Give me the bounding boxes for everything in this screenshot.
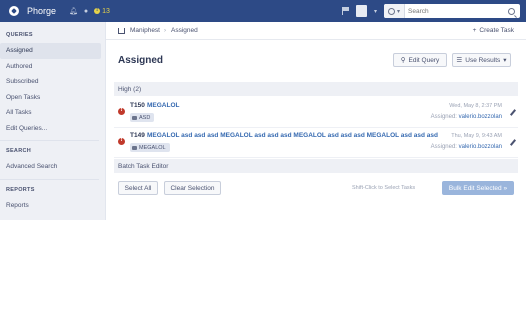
chevron-right-icon: ›	[164, 27, 166, 34]
priority-group-header: High (2)	[114, 82, 518, 96]
page-title: Assigned	[118, 55, 164, 66]
task-title-link[interactable]: MEGALOL	[147, 102, 180, 109]
bell-icon[interactable]: 🔔︎	[69, 7, 78, 15]
sidebar-item-subscribed[interactable]: Subscribed	[0, 74, 105, 90]
edit-query-label: Edit Query	[408, 56, 440, 64]
chevron-down-icon: ▾	[503, 57, 507, 64]
project-tag-label: ASD	[139, 114, 151, 121]
top-navigation-bar: Phorge 🔔︎ ● 13 ▾ ▾	[0, 0, 526, 22]
task-row[interactable]: T150 MEGALOL ASD Wed, May 8, 2:37 PM Ass…	[114, 98, 518, 128]
breadcrumb-current: Assigned	[171, 27, 198, 34]
home-link[interactable]: Phorge	[9, 6, 56, 16]
assigned-label: Assigned:	[430, 114, 457, 120]
plus-icon: +	[472, 27, 477, 34]
task-assignee: Assigned: valerio.bozzolan	[431, 114, 502, 120]
sidebar-item-assigned[interactable]: Assigned	[0, 43, 101, 59]
phorge-logo-icon	[9, 6, 19, 16]
create-task-button[interactable]: + Create Task	[473, 27, 514, 34]
search-bar: ▾	[384, 4, 520, 18]
notification-count: 13	[102, 7, 110, 15]
sidebar-item-authored[interactable]: Authored	[0, 59, 105, 75]
project-tag-label: MEGALOL	[139, 144, 166, 151]
batch-editor-header: Batch Task Editor	[114, 159, 518, 173]
sidebar-item-all-tasks[interactable]: All Tasks	[0, 105, 105, 121]
globe-icon	[387, 7, 395, 15]
use-results-button[interactable]: ☰ Use Results ▾	[452, 53, 511, 67]
sidebar-item-reports[interactable]: Reports	[0, 198, 105, 214]
task-assignee: Assigned: valerio.bozzolan	[431, 144, 502, 150]
assigned-label: Assigned:	[430, 144, 457, 150]
priority-high-icon	[118, 107, 125, 115]
chevron-down-icon[interactable]: ▾	[374, 8, 377, 15]
clear-selection-button[interactable]: Clear Selection	[164, 181, 221, 195]
search-scope-button[interactable]: ▾	[384, 4, 405, 18]
sidebar-item-advanced-search[interactable]: Advanced Search	[0, 159, 105, 175]
maniphest-icon	[118, 27, 125, 34]
priority-high-icon	[118, 137, 125, 145]
sidebar-header-queries: QUERIES	[6, 32, 33, 38]
sidebar: QUERIES Assigned Authored Subscribed Ope…	[0, 22, 106, 220]
breadcrumb: Maniphest › Assigned + Create Task	[106, 22, 526, 40]
sidebar-item-open-tasks[interactable]: Open Tasks	[0, 90, 105, 106]
bulk-edit-button[interactable]: Bulk Edit Selected »	[442, 181, 514, 195]
project-tag[interactable]: ASD	[130, 113, 155, 122]
chat-icon[interactable]: ●	[84, 8, 88, 15]
edit-query-button[interactable]: ⚲ Edit Query	[393, 53, 447, 67]
select-all-button[interactable]: Select All	[118, 181, 158, 195]
breadcrumb-maniphest[interactable]: Maniphest	[130, 27, 160, 34]
assignee-link[interactable]: valerio.bozzolan	[459, 114, 502, 120]
sidebar-header-reports: REPORTS	[6, 186, 35, 193]
notification-badge[interactable]: 13	[94, 7, 110, 15]
project-tag[interactable]: MEGALOL	[130, 143, 170, 152]
pencil-icon[interactable]	[509, 109, 517, 116]
task-id: T149	[130, 132, 145, 139]
briefcase-icon	[132, 145, 137, 150]
use-results-label: Use Results	[465, 56, 501, 64]
task-title-link[interactable]: MEGALOL asd asd asd MEGALOL asd asd asd …	[147, 132, 438, 139]
flag-icon[interactable]	[341, 7, 349, 15]
pencil-icon[interactable]	[509, 139, 517, 146]
task-row[interactable]: T149 MEGALOL asd asd asd MEGALOL asd asd…	[114, 128, 518, 158]
search-icon: ⚲	[400, 57, 406, 64]
search-icon[interactable]	[508, 7, 515, 15]
sidebar-header-search: SEARCH	[6, 148, 32, 154]
task-id: T150	[130, 102, 145, 109]
briefcase-icon	[132, 115, 137, 120]
app-name: Phorge	[27, 6, 57, 16]
sidebar-item-edit-queries[interactable]: Edit Queries...	[0, 121, 105, 137]
assignee-link[interactable]: valerio.bozzolan	[459, 144, 502, 150]
search-input[interactable]	[405, 7, 508, 15]
chevron-down-icon: ▾	[396, 8, 400, 15]
shift-click-hint: Shift-Click to Select Tasks	[352, 185, 416, 191]
list-icon: ☰	[456, 57, 463, 64]
user-avatar[interactable]	[355, 5, 367, 17]
alert-icon	[94, 7, 101, 14]
create-task-label: Create Task	[479, 27, 514, 34]
task-date: Thu, May 9, 9:43 AM	[451, 133, 502, 139]
task-date: Wed, May 8, 2:37 PM	[449, 103, 502, 109]
